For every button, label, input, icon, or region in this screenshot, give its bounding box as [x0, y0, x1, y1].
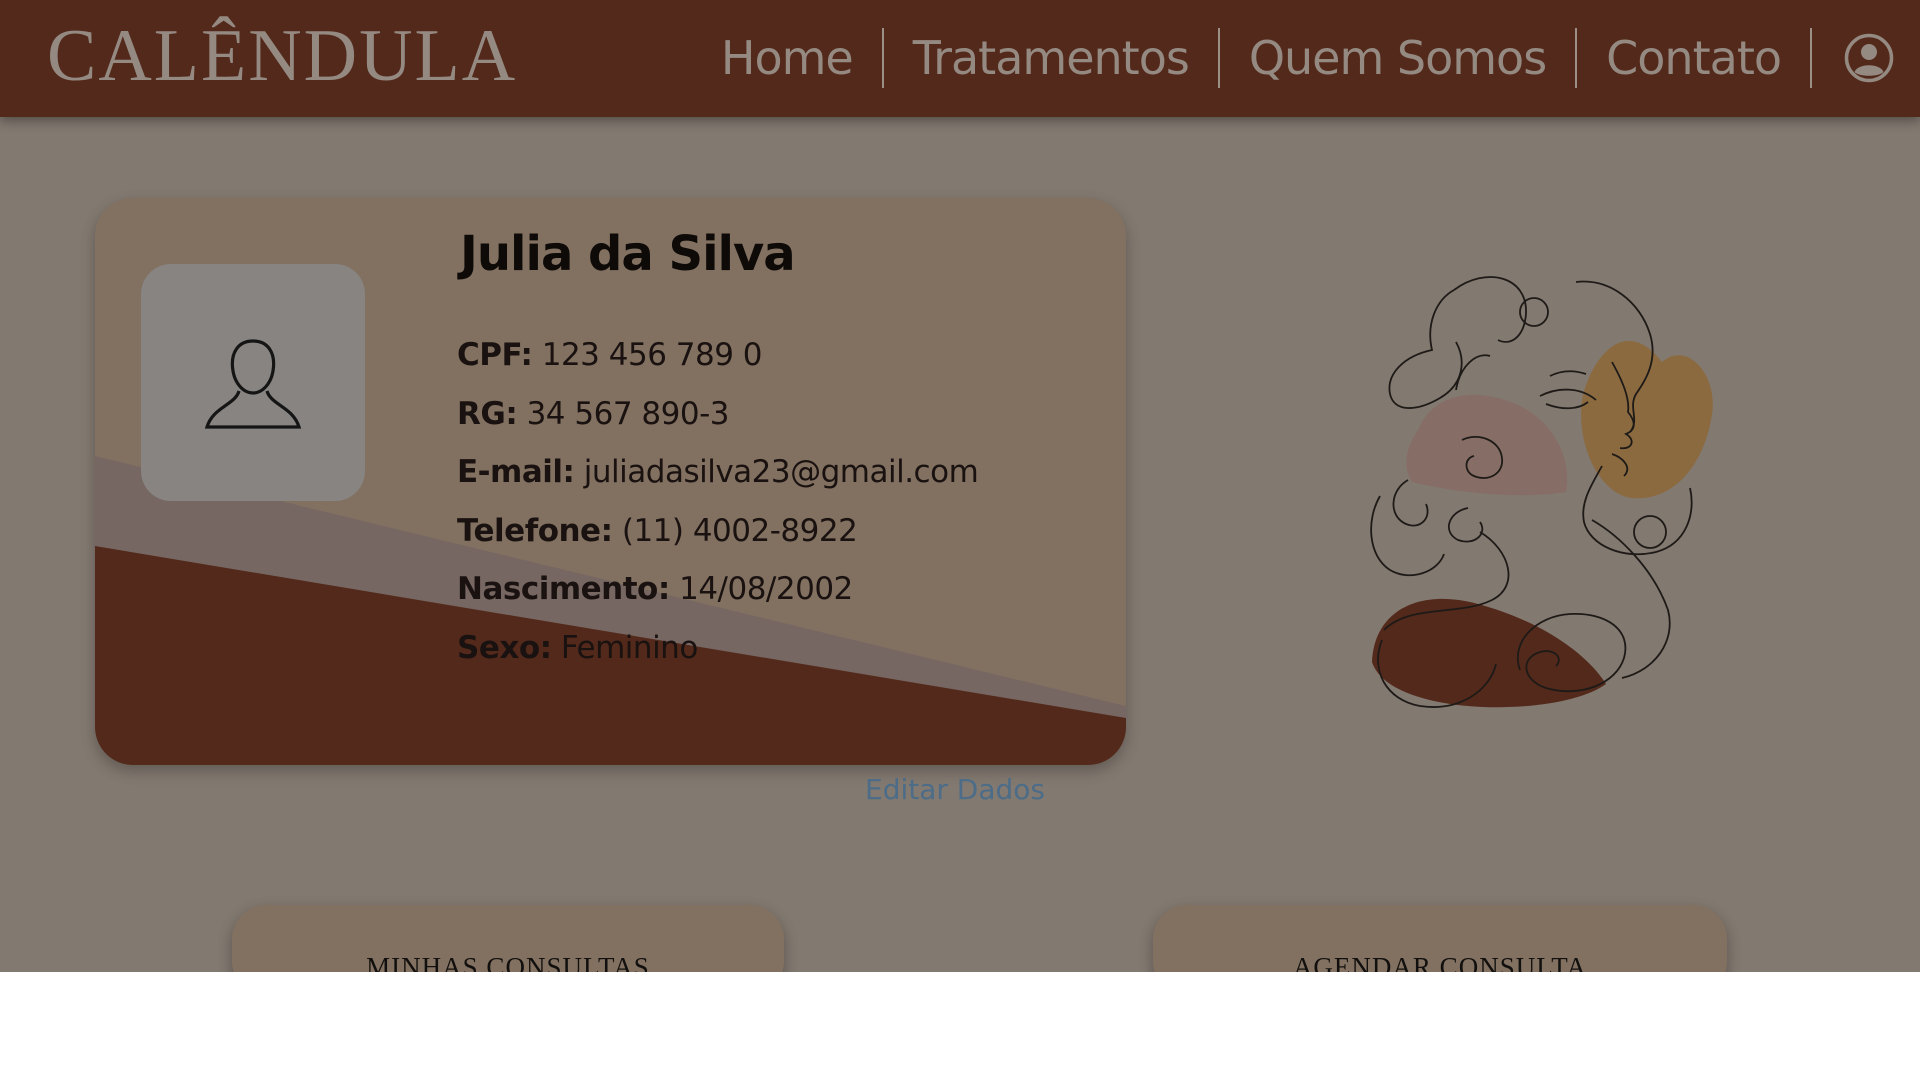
- schedule-appointment-card[interactable]: AGENDAR CONSULTA: [1153, 905, 1727, 972]
- user-circle-icon: [1844, 33, 1894, 83]
- profile-card: Julia da Silva CPF: 123 456 789 0 RG: 34…: [95, 198, 1126, 765]
- schedule-appointment-label: AGENDAR CONSULTA: [1292, 952, 1588, 972]
- field-label: Nascimento:: [457, 571, 670, 608]
- my-appointments-card[interactable]: MINHAS CONSULTAS: [232, 905, 784, 972]
- account-button[interactable]: [1844, 33, 1894, 83]
- profile-fields: CPF: 123 456 789 0 RG: 34 567 890-3 E-ma…: [457, 330, 979, 682]
- field-telefone: Telefone: (11) 4002-8922: [457, 506, 978, 565]
- field-value: 34 567 890-3: [526, 395, 730, 432]
- nav-contato[interactable]: Contato: [1577, 28, 1812, 88]
- profile-avatar: [141, 264, 365, 501]
- nav-tratamentos[interactable]: Tratamentos: [884, 28, 1220, 88]
- field-value: Feminino: [560, 629, 698, 666]
- top-header: CALÊNDULA Home Tratamentos Quem Somos Co…: [0, 0, 1920, 117]
- field-label: Telefone:: [457, 512, 613, 549]
- page-viewport: CALÊNDULA Home Tratamentos Quem Somos Co…: [0, 0, 1920, 972]
- field-label: Sexo:: [457, 629, 552, 666]
- field-label: E-mail:: [457, 454, 575, 491]
- main-nav: Home Tratamentos Quem Somos Contato: [721, 28, 1894, 88]
- field-sexo: Sexo: Feminino: [457, 623, 978, 682]
- field-value: juliadasilva23@gmail.com: [583, 454, 979, 491]
- face-line-art-illustration: [1370, 276, 1713, 708]
- edit-profile-link[interactable]: Editar Dados: [865, 773, 1045, 806]
- field-email: E-mail: juliadasilva23@gmail.com: [457, 447, 979, 506]
- field-rg: RG: 34 567 890-3: [457, 389, 978, 448]
- field-cpf: CPF: 123 456 789 0: [457, 330, 978, 389]
- field-label: CPF:: [457, 337, 533, 373]
- user-silhouette-icon: [204, 338, 302, 429]
- nav-quem-somos[interactable]: Quem Somos: [1220, 28, 1578, 88]
- my-appointments-label: MINHAS CONSULTAS: [366, 952, 650, 972]
- profile-name: Julia da Silva: [460, 226, 796, 282]
- field-label: RG:: [457, 395, 518, 432]
- nav-home[interactable]: Home: [721, 28, 884, 88]
- field-value: (11) 4002-8922: [621, 512, 858, 549]
- field-value: 14/08/2002: [679, 571, 853, 608]
- field-nascimento: Nascimento: 14/08/2002: [457, 564, 978, 623]
- logo[interactable]: CALÊNDULA: [47, 14, 517, 99]
- field-value: 123 456 789 0: [541, 337, 763, 373]
